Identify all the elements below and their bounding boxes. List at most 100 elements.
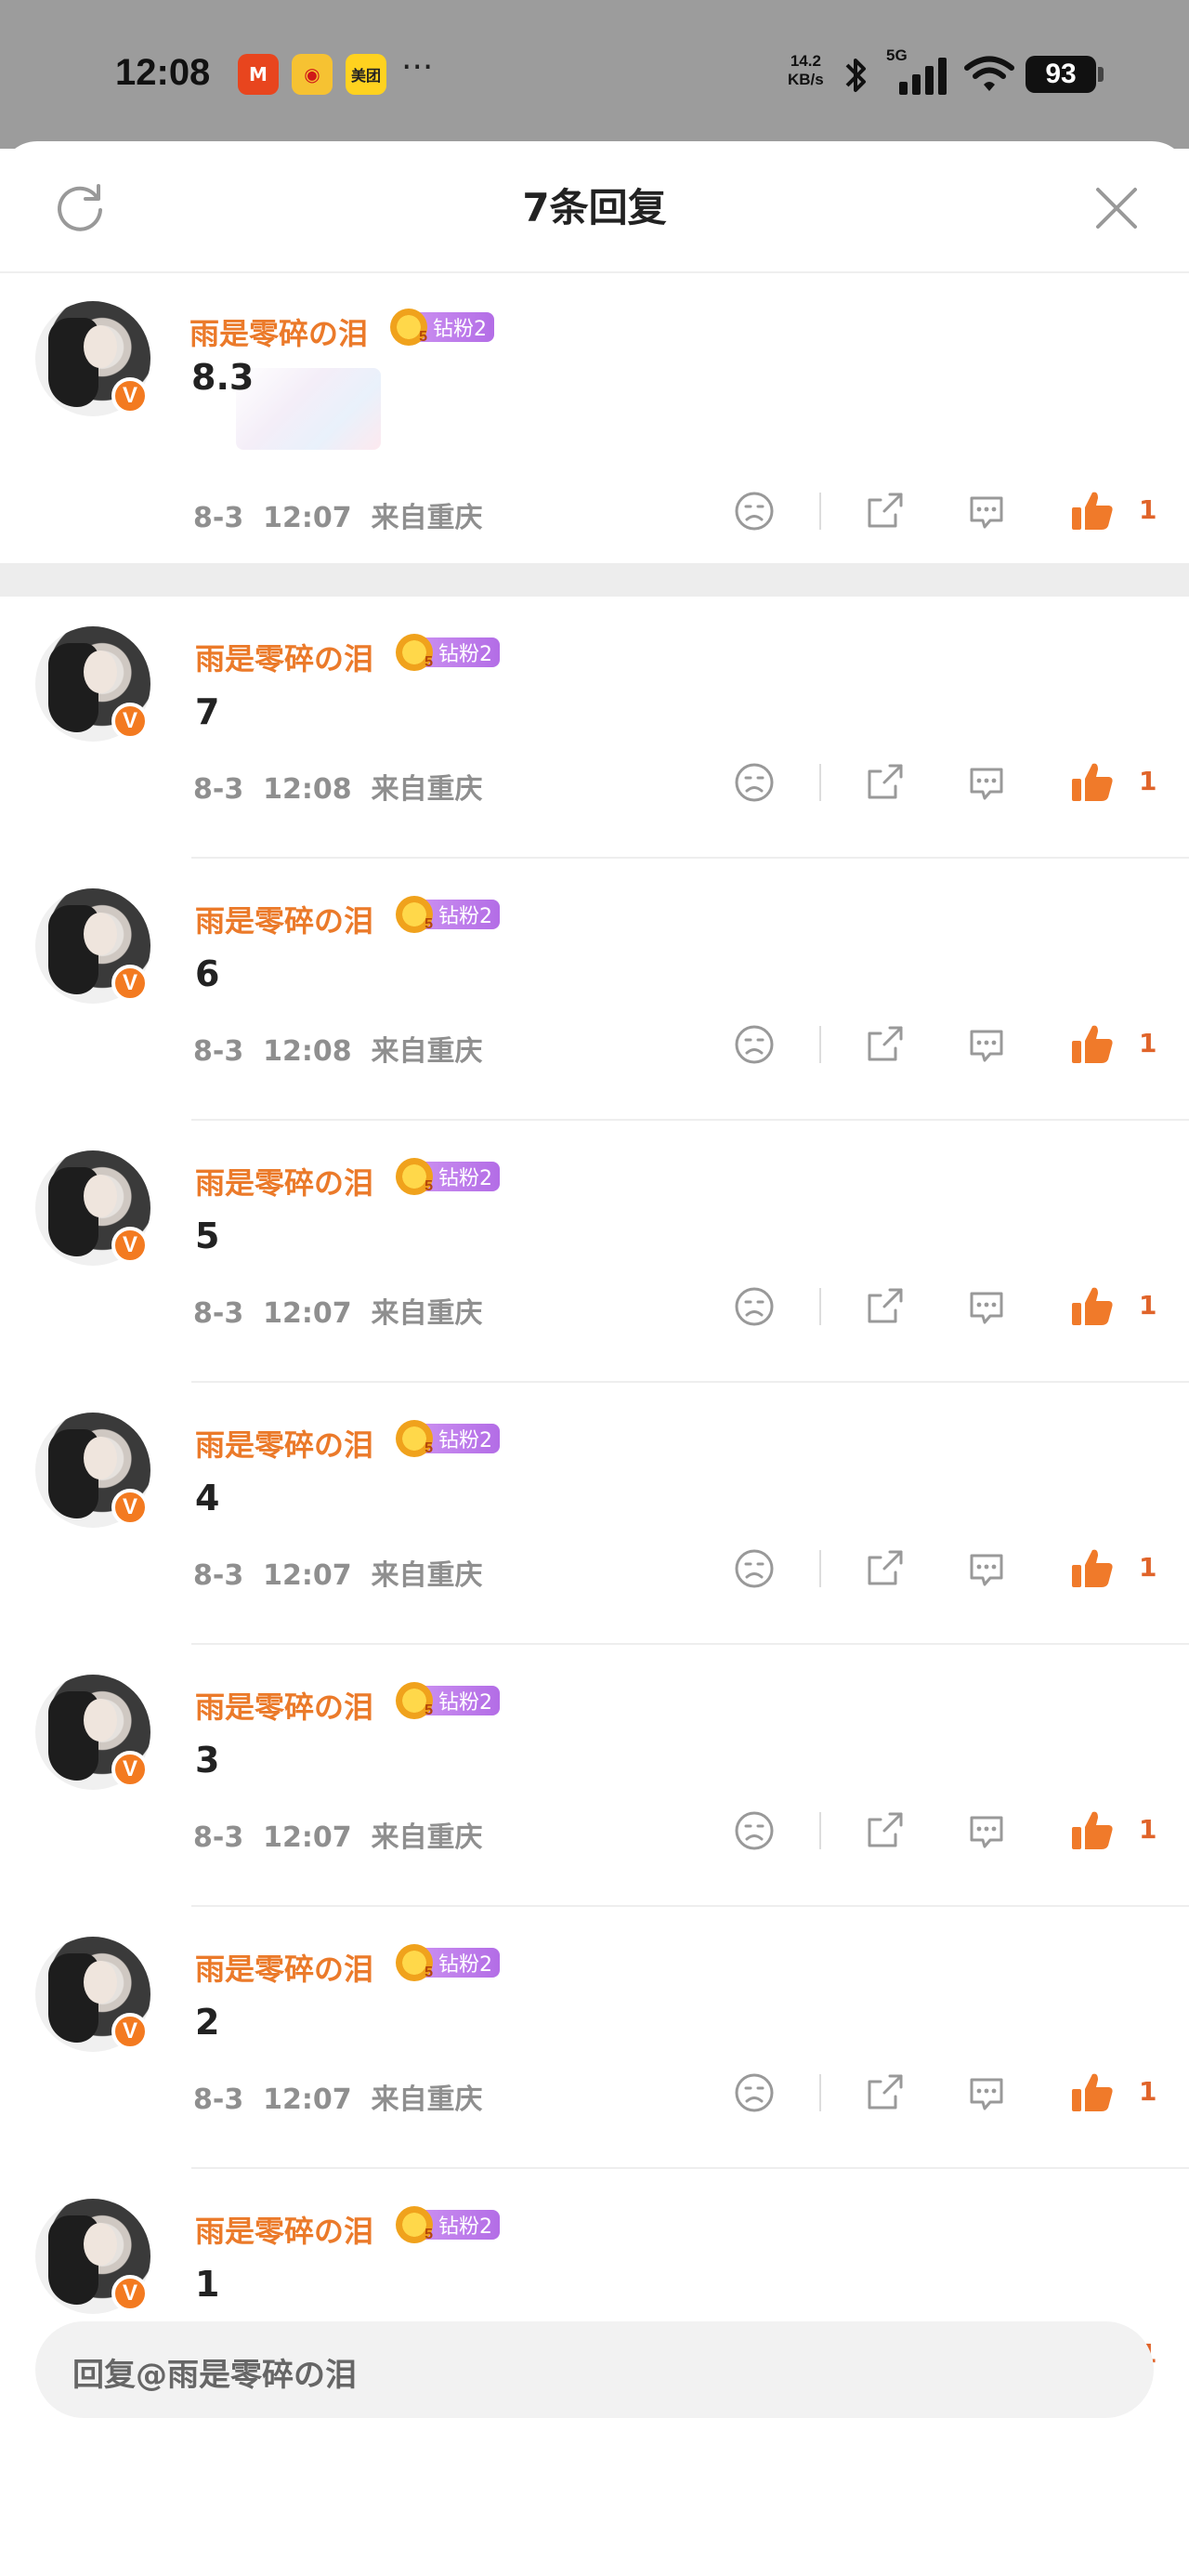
- comment-location: 来自重庆: [371, 773, 483, 806]
- comment-bubble-icon[interactable]: [964, 1808, 1009, 1853]
- username[interactable]: 雨是零碎の泪: [195, 1684, 373, 1727]
- fan-badge[interactable]: 5 钻粉2: [396, 1158, 500, 1195]
- comment-bubble-icon[interactable]: [964, 1284, 1009, 1329]
- avatar[interactable]: V: [35, 2199, 150, 2314]
- fan-badge[interactable]: 5 钻粉2: [396, 1420, 500, 1457]
- avatar[interactable]: V: [35, 888, 150, 1004]
- verified-v-icon: V: [111, 1751, 149, 1788]
- reply-divider: [191, 2167, 1189, 2169]
- reply-input[interactable]: 回复@雨是零碎の泪: [35, 2321, 1154, 2418]
- share-icon[interactable]: [862, 1022, 907, 1067]
- comment-meta: 8-3 12:07 来自重庆: [193, 494, 482, 535]
- fan-badge-label: 钻粉2: [424, 2210, 500, 2240]
- verified-v-icon: V: [111, 965, 149, 1002]
- comment-bubble-icon[interactable]: [964, 760, 1009, 805]
- reply-item: V 雨是零碎の泪 5 钻粉2 2 8-3 12:07 来自重庆 1: [0, 1937, 1189, 2160]
- fan-badge[interactable]: 5 钻粉2: [390, 309, 494, 346]
- section-divider: [0, 563, 1189, 597]
- comment-image-thumbnail[interactable]: [236, 368, 381, 450]
- crown-level-icon: 5: [396, 1158, 433, 1195]
- username[interactable]: 雨是零碎の泪: [195, 2208, 373, 2251]
- comment-time: 12:08: [263, 773, 352, 806]
- reply-item: V 雨是零碎の泪 5 钻粉2 6 8-3 12:08 来自重庆 1: [0, 888, 1189, 1111]
- comment-content: 7: [195, 691, 220, 732]
- reply-input-placeholder: 回复@雨是零碎の泪: [72, 2357, 357, 2394]
- sad-face-icon[interactable]: [732, 1546, 777, 1591]
- comment-content: 2: [195, 2002, 220, 2043]
- comment-bubble-icon[interactable]: [964, 2070, 1009, 2115]
- comment-meta: 8-3 12:07 来自重庆: [193, 1290, 482, 1331]
- comment-content: 1: [195, 2264, 220, 2305]
- fan-badge-label: 钻粉2: [424, 1948, 500, 1978]
- share-icon[interactable]: [862, 489, 907, 533]
- thumbs-up-icon[interactable]: [1068, 758, 1117, 807]
- close-icon[interactable]: [1087, 178, 1146, 238]
- username[interactable]: 雨是零碎の泪: [189, 310, 368, 353]
- crown-level-icon: 5: [390, 309, 427, 346]
- fan-badge[interactable]: 5 钻粉2: [396, 896, 500, 933]
- comment-content: 4: [195, 1478, 220, 1518]
- share-icon[interactable]: [862, 2070, 907, 2115]
- status-bar: 12:08 M ◉ 美团 ··· 14.2 KB/s 5G 93: [0, 0, 1189, 149]
- comment-meta: 8-3 12:08 来自重庆: [193, 1028, 482, 1069]
- username[interactable]: 雨是零碎の泪: [195, 636, 373, 678]
- bluetooth-icon: [845, 59, 866, 92]
- comment-meta: 8-3 12:07 来自重庆: [193, 1814, 482, 1855]
- verified-v-icon: V: [111, 703, 149, 740]
- comment-location: 来自重庆: [371, 1297, 483, 1330]
- comment-bubble-icon[interactable]: [964, 1546, 1009, 1591]
- share-icon[interactable]: [862, 760, 907, 805]
- sad-face-icon[interactable]: [732, 1284, 777, 1329]
- sheet-header: 7条回复: [0, 141, 1189, 273]
- avatar[interactable]: V: [35, 1413, 150, 1528]
- network-speed-unit: KB/s: [788, 71, 824, 88]
- thumbs-up-icon[interactable]: [1068, 487, 1117, 535]
- comment-bubble-icon[interactable]: [964, 1022, 1009, 1067]
- crown-level-icon: 5: [396, 1420, 433, 1457]
- share-icon[interactable]: [862, 1808, 907, 1853]
- avatar[interactable]: V: [35, 1675, 150, 1790]
- username[interactable]: 雨是零碎の泪: [195, 1160, 373, 1203]
- crown-level-icon: 5: [396, 2206, 433, 2243]
- comment-bubble-icon[interactable]: [964, 489, 1009, 533]
- fan-badge[interactable]: 5 钻粉2: [396, 2206, 500, 2243]
- comment-meta: 8-3 12:07 来自重庆: [193, 2076, 482, 2117]
- comment-time: 12:07: [263, 1559, 352, 1592]
- comment-date: 8-3: [193, 1297, 244, 1330]
- sad-face-icon[interactable]: [732, 2070, 777, 2115]
- sad-face-icon[interactable]: [732, 1808, 777, 1853]
- wifi-icon: [964, 56, 1014, 91]
- comment-location: 来自重庆: [371, 1559, 483, 1592]
- username[interactable]: 雨是零碎の泪: [195, 1946, 373, 1989]
- thumbs-up-icon[interactable]: [1068, 1544, 1117, 1593]
- thumbs-up-icon[interactable]: [1068, 1282, 1117, 1331]
- avatar[interactable]: V: [35, 301, 150, 416]
- share-icon[interactable]: [862, 1546, 907, 1591]
- comment-meta: 8-3 12:08 来自重庆: [193, 766, 482, 807]
- thumbs-up-icon[interactable]: [1068, 2069, 1117, 2117]
- comment-date: 8-3: [193, 1559, 244, 1592]
- avatar[interactable]: V: [35, 1150, 150, 1266]
- sad-face-icon[interactable]: [732, 489, 777, 533]
- avatar[interactable]: V: [35, 1937, 150, 2052]
- username[interactable]: 雨是零碎の泪: [195, 1422, 373, 1465]
- avatar[interactable]: V: [35, 626, 150, 742]
- fan-badge[interactable]: 5 钻粉2: [396, 1944, 500, 1981]
- fan-badge-label: 钻粉2: [424, 1424, 500, 1453]
- fan-badge[interactable]: 5 钻粉2: [396, 1682, 500, 1719]
- comment-date: 8-3: [193, 2083, 244, 2116]
- username[interactable]: 雨是零碎の泪: [195, 898, 373, 940]
- comment-content: 3: [195, 1740, 220, 1781]
- meituan-app-icon: 美团: [346, 54, 386, 95]
- sad-face-icon[interactable]: [732, 760, 777, 805]
- crown-level-icon: 5: [396, 1682, 433, 1719]
- thumbs-up-icon[interactable]: [1068, 1807, 1117, 1855]
- thumbs-up-icon[interactable]: [1068, 1020, 1117, 1069]
- fan-badge[interactable]: 5 钻粉2: [396, 634, 500, 671]
- like-count: 1: [1139, 1290, 1157, 1321]
- comment-date: 8-3: [193, 1821, 244, 1854]
- fan-badge-label: 钻粉2: [424, 637, 500, 667]
- reply-divider: [191, 1119, 1189, 1121]
- sad-face-icon[interactable]: [732, 1022, 777, 1067]
- share-icon[interactable]: [862, 1284, 907, 1329]
